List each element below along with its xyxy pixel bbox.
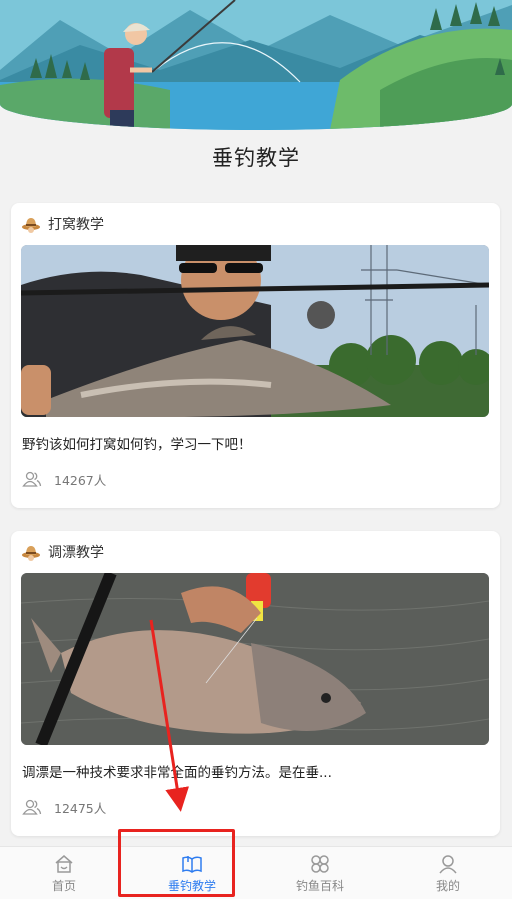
card-cover-image[interactable]	[21, 573, 489, 745]
card-header: 打窝教学	[21, 211, 104, 237]
highlight-annotation-box	[118, 829, 235, 897]
card-views: 14267人	[22, 469, 106, 489]
people-icon	[22, 799, 42, 815]
card-description: 调漂是一种技术要求非常全面的垂钓方法。是在垂...	[22, 765, 332, 781]
tab-label: 我的	[435, 879, 460, 893]
card-header: 调漂教学	[21, 539, 104, 565]
home-icon	[55, 855, 73, 873]
tab-profile[interactable]: 我的	[384, 847, 512, 899]
fish-in-water-photo	[21, 573, 489, 745]
tutorial-card[interactable]: 调漂教学 调漂是一种技术要求非常全面的垂钓方法。是在垂... 12475人	[11, 531, 500, 836]
tab-label: 首页	[51, 879, 76, 893]
card-cover-image[interactable]	[21, 245, 489, 417]
fisherman-hat-icon	[22, 546, 40, 561]
fisherman-hat-icon	[22, 218, 40, 233]
app-page: 垂钓教学 打窝教学 野钓该如何打窝如何钓，学习一下吧！ 14267人 调漂教学 …	[0, 0, 512, 899]
card-category-label: 打窝教学	[48, 217, 104, 233]
header-banner	[0, 0, 512, 130]
card-category-label: 调漂教学	[48, 545, 104, 561]
tutorial-card[interactable]: 打窝教学 野钓该如何打窝如何钓，学习一下吧！ 14267人	[11, 203, 500, 508]
tab-home[interactable]: 首页	[0, 847, 128, 899]
fishing-scene-illustration	[0, 0, 512, 130]
tab-label: 钓鱼百科	[295, 879, 344, 893]
angler-holding-fish-photo	[21, 245, 489, 417]
grid-icon	[311, 855, 329, 873]
view-count: 12475人	[54, 800, 107, 816]
tab-fishing-encyclopedia[interactable]: 钓鱼百科	[256, 847, 384, 899]
page-title: 垂钓教学	[212, 146, 300, 170]
bottom-tab-bar: 首页 垂钓教学 钓鱼百科 我的	[0, 846, 512, 899]
people-icon	[22, 471, 42, 487]
card-views: 12475人	[22, 797, 106, 817]
view-count: 14267人	[54, 472, 107, 488]
user-icon	[439, 855, 457, 874]
card-description: 野钓该如何打窝如何钓，学习一下吧！	[22, 437, 252, 453]
